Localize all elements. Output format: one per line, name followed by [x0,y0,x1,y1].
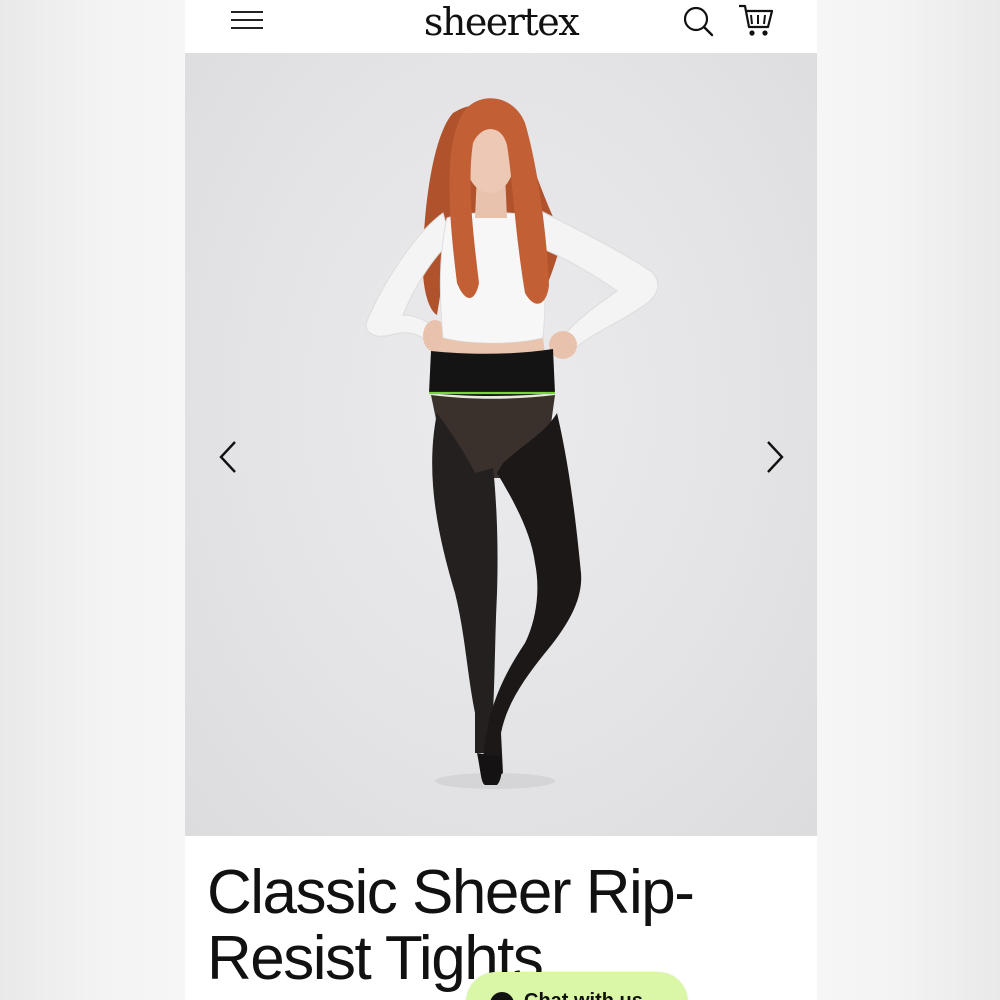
search-button[interactable] [681,3,717,39]
chevron-left-icon [219,441,236,473]
site-header: sheertex [185,0,817,53]
chat-icon [490,992,514,1000]
product-image-gallery[interactable] [185,53,817,836]
cart-icon [739,4,774,36]
next-image-button[interactable] [760,437,790,477]
brand-logo[interactable]: sheertex [185,0,817,46]
chevron-right-icon [767,441,784,473]
previous-image-button[interactable] [213,437,243,477]
search-icon [683,6,714,37]
product-photo [365,98,659,789]
chat-button-label: Chat with us [524,990,643,1000]
chat-button[interactable]: Chat with us [466,972,688,1000]
mobile-screen: sheertex Classic Sheer Rip-Resist Tights [185,0,817,1000]
cart-button[interactable] [736,2,776,40]
